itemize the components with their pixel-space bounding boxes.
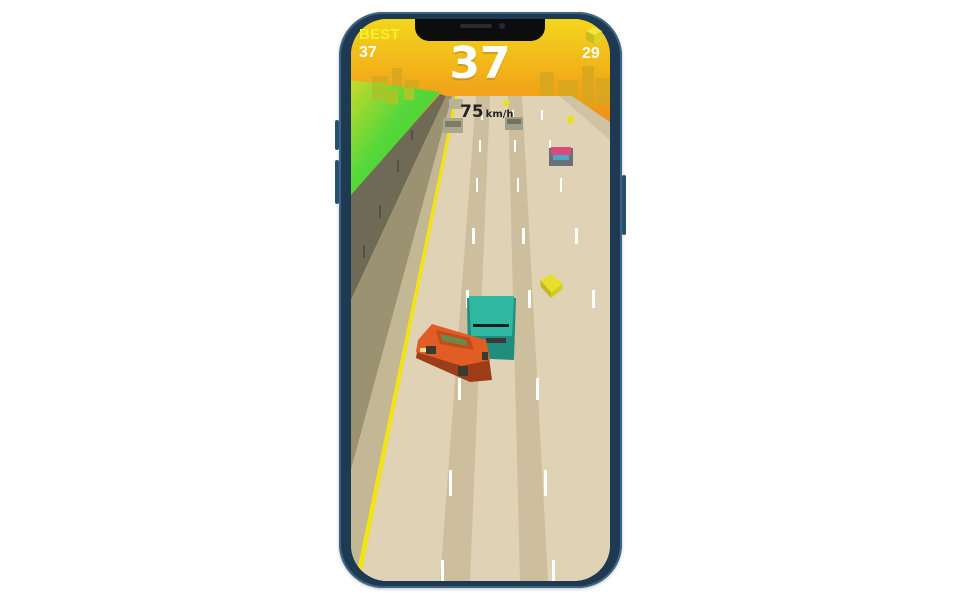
speaker-grille (460, 24, 492, 28)
coin-cube[interactable] (567, 116, 574, 123)
current-score: 37 (449, 38, 511, 89)
speed-unit: km/h (485, 109, 514, 120)
coin-count: 29 (582, 45, 600, 62)
speed-value: 75 (460, 102, 484, 122)
best-score-value: 37 (359, 44, 377, 61)
front-camera (499, 23, 505, 29)
best-score-label: BEST (359, 26, 400, 43)
traffic-car-pink (549, 147, 573, 166)
speedometer: 75 km/h (460, 102, 514, 122)
game-scene[interactable] (0, 0, 960, 600)
